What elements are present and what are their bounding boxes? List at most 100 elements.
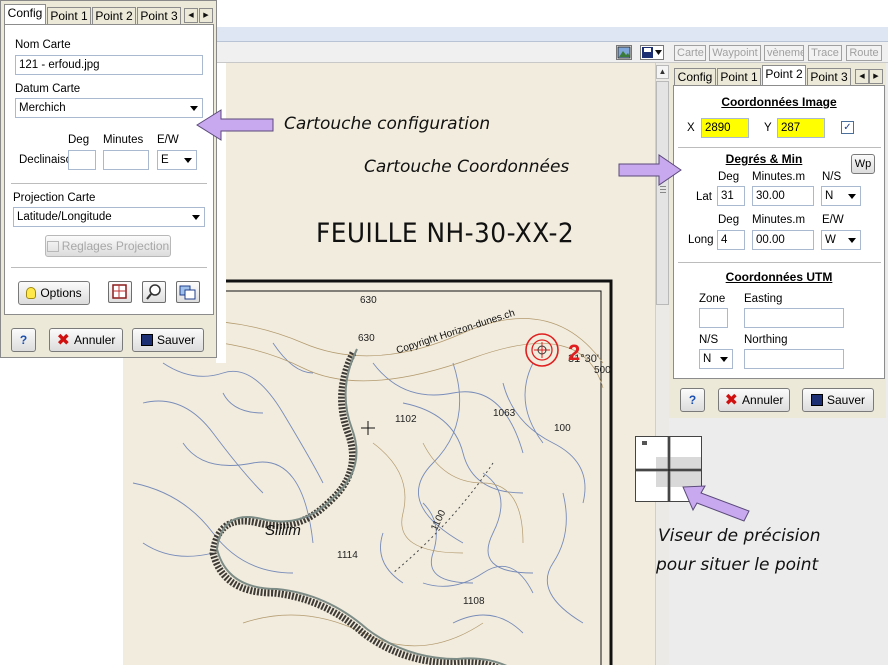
long-minutes-field[interactable]: 00.00 xyxy=(752,230,814,250)
datum-carte-value: Merchich xyxy=(19,102,66,114)
close-icon: ✖ xyxy=(56,332,71,349)
windows-icon[interactable] xyxy=(176,281,200,303)
calibration-target-icon[interactable] xyxy=(524,332,560,368)
mode-evenement-button[interactable]: vèneme xyxy=(764,45,804,61)
annuler-label: Annuler xyxy=(74,333,116,347)
easting-label: Easting xyxy=(744,293,783,305)
tab-point-1[interactable]: Point 1 xyxy=(47,7,91,25)
map-elevation-label: 630 xyxy=(360,295,377,306)
mode-trace-button[interactable]: Trace xyxy=(808,45,842,61)
annotation-coords-text: Cartouche Coordonnées xyxy=(364,157,570,177)
scroll-thumb[interactable] xyxy=(656,81,669,305)
projection-carte-select[interactable]: Latitude/Longitude xyxy=(13,207,205,227)
tab-point-1[interactable]: Point 1 xyxy=(717,68,761,86)
declinaison-minutes-field[interactable] xyxy=(103,150,149,170)
declinaison-deg-field[interactable] xyxy=(68,150,96,170)
map-elevation-label: 1108 xyxy=(463,596,485,607)
lat-deg-field[interactable]: 31 xyxy=(717,186,745,206)
utm-ns-label: N/S xyxy=(699,334,719,346)
divider xyxy=(11,267,207,268)
map-elevation-label: 630 xyxy=(358,333,375,344)
image-checkbox[interactable]: ✓ xyxy=(841,121,854,134)
map-elevation-label: 100 xyxy=(554,423,571,434)
tab-scroll-right-icon[interactable]: ▶ xyxy=(869,69,883,84)
tab-point-2[interactable]: Point 2 xyxy=(92,7,136,25)
chevron-down-icon xyxy=(848,194,856,199)
lat-label: Lat xyxy=(696,191,712,203)
tab-scroll-right-icon[interactable]: ▶ xyxy=(199,8,213,23)
map-elevation-label: 1102 xyxy=(395,414,417,425)
scroll-up-button[interactable]: ▲ xyxy=(656,65,669,79)
chevron-down-icon xyxy=(192,215,200,220)
long-ew-value: W xyxy=(825,234,836,246)
utm-ns-select[interactable]: N xyxy=(699,349,733,369)
image-icon[interactable] xyxy=(616,45,632,60)
long-ew-select[interactable]: W xyxy=(821,230,861,250)
tab-point-3[interactable]: Point 3 xyxy=(807,68,851,86)
nom-carte-field[interactable]: 121 - erfoud.jpg xyxy=(15,55,203,75)
tab-point-2[interactable]: Point 2 xyxy=(762,65,806,86)
mode-waypoint-button[interactable]: Waypoint xyxy=(709,45,761,61)
image-y-field[interactable]: 287 xyxy=(777,118,825,138)
coordonnees-utm-title: Coordonnées UTM xyxy=(725,270,833,284)
sauver-button[interactable]: Sauver xyxy=(802,388,874,412)
waypoint-button[interactable]: Wp xyxy=(851,154,875,174)
tab-scroll-left-icon[interactable]: ◀ xyxy=(855,69,869,84)
mode-route-button[interactable]: Route xyxy=(846,45,882,61)
minutes-label: Minutes.m xyxy=(752,171,806,183)
sauver-button[interactable]: Sauver xyxy=(132,328,204,352)
zoom-icon[interactable] xyxy=(142,281,166,303)
annotation-config-text: Cartouche configuration xyxy=(284,114,491,134)
map-elevation-label: 1114 xyxy=(337,550,358,561)
chevron-down-icon xyxy=(720,357,728,362)
save-disk-icon xyxy=(810,394,823,406)
annuler-button[interactable]: ✖ Annuler xyxy=(718,388,790,412)
coordonnees-image-title: Coordonnées Image xyxy=(721,95,837,109)
long-label: Long xyxy=(688,234,714,246)
nom-carte-label: Nom Carte xyxy=(15,39,71,51)
chevron-down-icon xyxy=(848,238,856,243)
northing-label: Northing xyxy=(744,334,788,346)
tab-config[interactable]: Config xyxy=(4,4,46,25)
datum-carte-label: Datum Carte xyxy=(15,83,81,95)
utm-northing-field[interactable] xyxy=(744,349,844,369)
image-x-field[interactable]: 2890 xyxy=(701,118,749,138)
degres-min-title: Degrés & Min xyxy=(725,152,803,166)
divider xyxy=(11,183,207,184)
tab-point-3[interactable]: Point 3 xyxy=(137,7,181,25)
annuler-button[interactable]: ✖ Annuler xyxy=(49,328,123,352)
chevron-down-icon xyxy=(184,158,192,163)
declinaison-ew-value: E xyxy=(161,154,169,166)
datum-carte-select[interactable]: Merchich xyxy=(15,98,203,118)
grid-icon[interactable] xyxy=(108,281,132,303)
annotation-arrow-right xyxy=(617,153,683,187)
divider xyxy=(678,262,881,263)
lat-minutes-field[interactable]: 30.00 xyxy=(752,186,814,206)
annotation-arrow-left xyxy=(195,108,275,142)
deg-label: Deg xyxy=(718,214,740,226)
minutes-label: Minutes.m xyxy=(752,214,806,226)
long-deg-field[interactable]: 4 xyxy=(717,230,745,250)
main-toolbar: Carte Waypoint vèneme Trace Route xyxy=(216,41,888,63)
map-elevation-label: 1063 xyxy=(493,408,516,419)
utm-easting-field[interactable] xyxy=(744,308,844,328)
config-pane: Nom Carte 121 - erfoud.jpg Datum Carte M… xyxy=(4,24,214,315)
place-name-label: Slilim xyxy=(265,522,301,539)
save-disk-icon[interactable] xyxy=(640,45,664,60)
tab-scroll-left-icon[interactable]: ◀ xyxy=(184,8,198,23)
tab-config[interactable]: Config xyxy=(674,68,716,86)
declinaison-ew-select[interactable]: E xyxy=(157,150,197,170)
settings-icon xyxy=(46,241,59,252)
help-button[interactable]: ? xyxy=(680,388,705,412)
projection-carte-label: Projection Carte xyxy=(13,192,96,204)
lat-ns-select[interactable]: N xyxy=(821,186,861,206)
minutes-label: Minutes xyxy=(103,134,144,146)
utm-ns-value: N xyxy=(703,353,712,365)
help-button[interactable]: ? xyxy=(11,328,36,352)
mode-carte-button[interactable]: Carte xyxy=(674,45,706,61)
ew-label: E/W xyxy=(822,214,844,226)
point-panel: Config Point 1 Point 2 Point 3 ◀ ▶ Coord… xyxy=(669,63,886,418)
reglages-projection-button[interactable]: Reglages Projection xyxy=(45,235,171,257)
options-button[interactable]: Options xyxy=(18,281,90,305)
utm-zone-field[interactable] xyxy=(699,308,728,328)
